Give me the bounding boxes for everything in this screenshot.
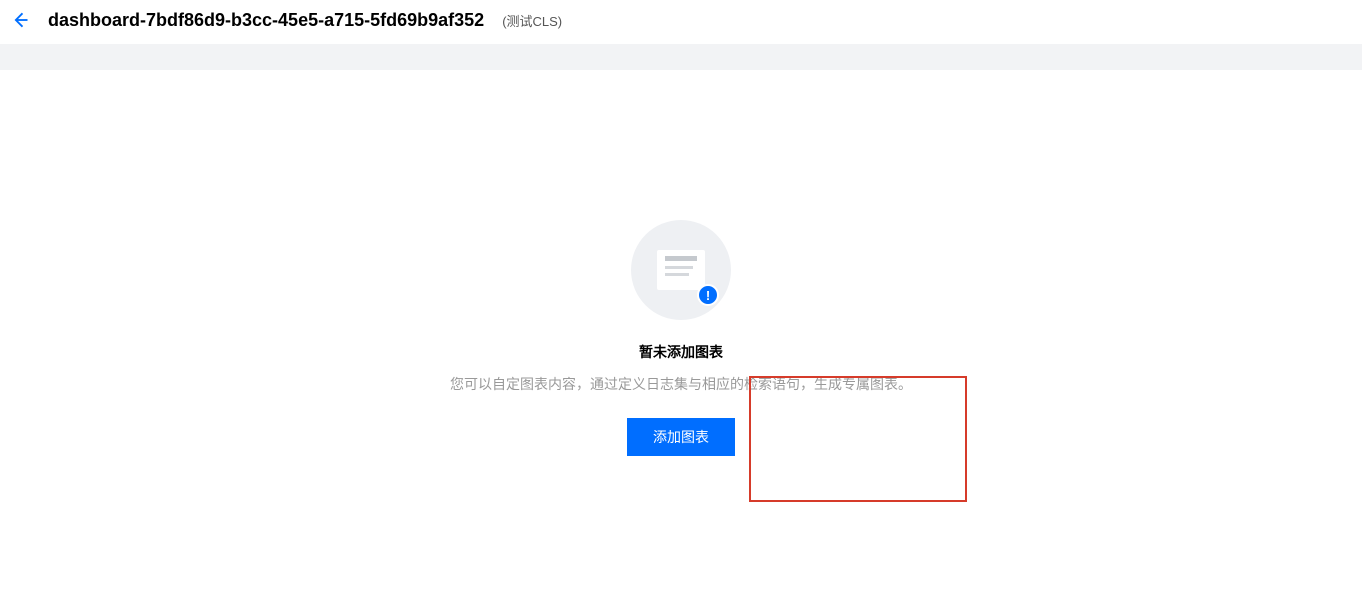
empty-state-title: 暂未添加图表 <box>639 342 723 362</box>
info-badge-icon: ! <box>697 284 719 306</box>
empty-state-description: 您可以自定图表内容，通过定义日志集与相应的检索语句，生成专属图表。 <box>450 374 912 394</box>
add-chart-button-label: 添加图表 <box>653 427 709 447</box>
back-arrow-icon[interactable] <box>8 8 32 32</box>
page-title: dashboard-7bdf86d9-b3cc-45e5-a715-5fd69b… <box>48 10 484 31</box>
empty-chart-icon: ! <box>631 220 731 320</box>
header-bar: dashboard-7bdf86d9-b3cc-45e5-a715-5fd69b… <box>0 0 1362 44</box>
content-area: ! 暂未添加图表 您可以自定图表内容，通过定义日志集与相应的检索语句，生成专属图… <box>0 70 1362 596</box>
empty-state: ! 暂未添加图表 您可以自定图表内容，通过定义日志集与相应的检索语句，生成专属图… <box>381 220 981 456</box>
toolbar-strip <box>0 44 1362 70</box>
add-chart-button[interactable]: 添加图表 <box>627 418 735 456</box>
page-subtitle: (测试CLS) <box>502 11 562 30</box>
